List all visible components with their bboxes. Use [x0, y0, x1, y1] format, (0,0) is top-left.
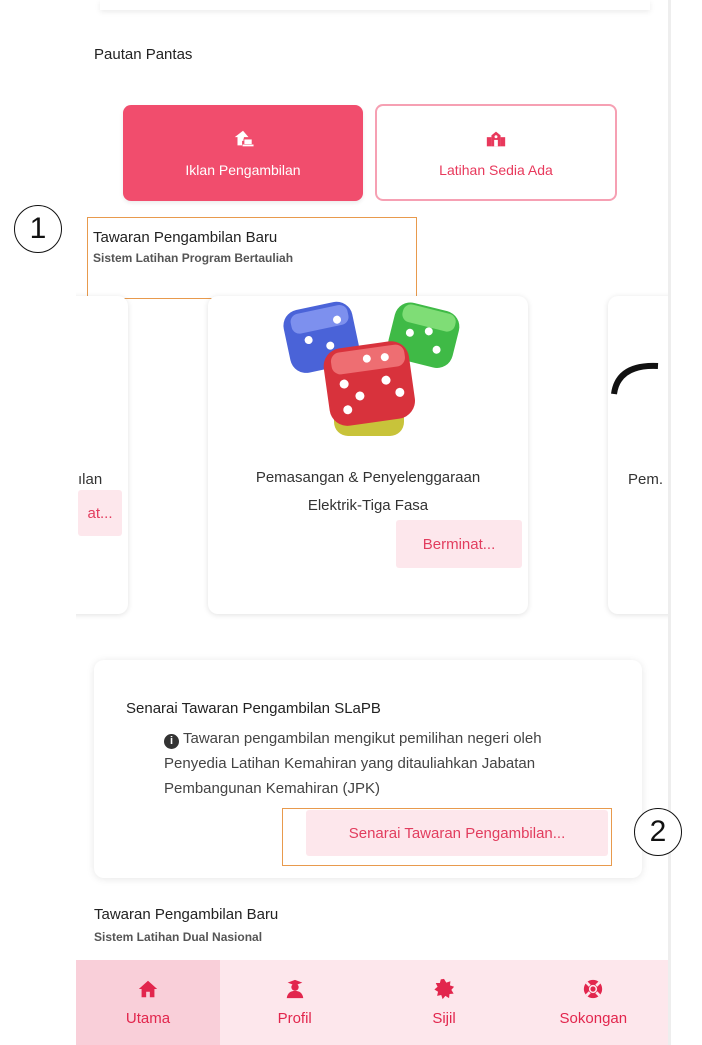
carousel-mask-left — [0, 280, 76, 640]
nav-label-sokongan: Sokongan — [559, 1010, 628, 1027]
recruitment-ads-button[interactable]: Iklan Pengambilan — [123, 105, 363, 201]
nav-label-profil: Profil — [277, 1010, 312, 1027]
callout-1: 1 — [14, 205, 62, 253]
header-card-edge — [100, 0, 650, 10]
card-left-button[interactable]: at... — [78, 490, 122, 536]
existing-training-label: Latihan Sedia Ada — [439, 161, 553, 178]
viewport-border-overlay — [668, 280, 671, 640]
carousel-card-center[interactable]: Pemasangan & Penyelenggaraan Elektrik-Ti… — [208, 296, 528, 614]
nav-item-utama[interactable]: Utama — [76, 960, 220, 1045]
bottom-navigation: Utama Profil Sijil Sokongan — [76, 960, 668, 1045]
section1-title: Tawaran Pengambilan Baru — [93, 229, 278, 246]
carousel-mask-right — [668, 280, 702, 640]
school-building-icon — [485, 128, 507, 150]
existing-training-button[interactable]: Latihan Sedia Ada — [375, 104, 617, 201]
section2-subtitle: Sistem Latihan Dual Nasional — [94, 930, 263, 944]
dice-image — [248, 296, 488, 446]
slapb-title: Senarai Tawaran Pengambilan SLaPB — [126, 700, 381, 717]
home-laptop-icon — [232, 128, 254, 150]
profile-icon — [284, 978, 306, 1000]
nav-item-profil[interactable]: Profil — [220, 960, 369, 1045]
info-icon: i — [164, 734, 179, 749]
section2-title: Tawaran Pengambilan Baru — [94, 906, 279, 923]
nav-label-utama: Utama — [125, 1010, 171, 1027]
card-center-title-line2: Elektrik-Tiga Fasa — [307, 497, 429, 514]
lifebuoy-icon — [582, 978, 604, 1000]
recruitment-ads-label: Iklan Pengambilan — [185, 162, 301, 178]
home-icon — [137, 978, 159, 1000]
section1-subtitle: Sistem Latihan Program Bertauliah — [93, 251, 294, 265]
callout-2: 2 — [634, 808, 682, 856]
certificate-icon — [433, 978, 455, 1000]
card-center-title-line1: Pemasangan & Penyelenggaraan — [255, 469, 481, 486]
slapb-description-text: Tawaran pengambilan mengikut pemilihan n… — [164, 730, 542, 797]
slapb-description: i Tawaran pengambilan mengikut pemilihan … — [164, 726, 604, 801]
nav-label-sijil: Sijil — [432, 1010, 456, 1027]
highlight-box-2 — [282, 808, 612, 866]
quick-links-title: Pautan Pantas — [94, 46, 193, 63]
nav-item-sokongan[interactable]: Sokongan — [519, 960, 668, 1045]
nav-item-sijil[interactable]: Sijil — [369, 960, 518, 1045]
interested-button[interactable]: Berminat... — [396, 520, 522, 568]
card-right-image — [608, 320, 668, 404]
